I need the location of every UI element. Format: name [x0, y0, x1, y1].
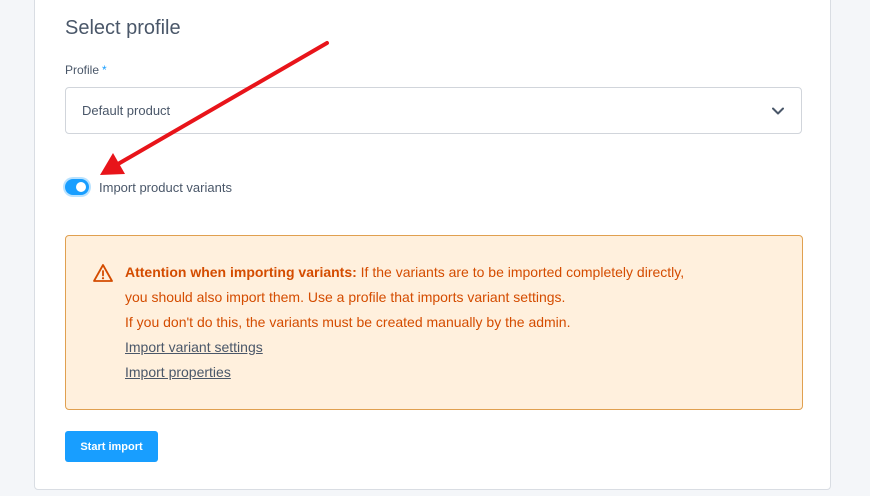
profile-label: Profile *: [65, 63, 107, 77]
import-variant-settings-link[interactable]: Import variant settings: [125, 335, 785, 360]
alert-line-3: If you don't do this, the variants must …: [125, 314, 571, 330]
page-title: Select profile: [65, 17, 181, 39]
required-mark: *: [102, 63, 107, 77]
alert-line-1-text: If the variants are to be imported compl…: [356, 264, 685, 280]
alert-message: Attention when importing variants: If th…: [125, 260, 785, 385]
alert-line-1: Attention when importing variants: If th…: [125, 260, 785, 285]
chevron-down-icon: [771, 104, 785, 118]
import-variants-toggle[interactable]: [65, 179, 89, 195]
start-import-button[interactable]: Start import: [65, 431, 158, 462]
alert-heading: Attention when importing variants:: [125, 264, 357, 280]
toggle-knob: [76, 182, 86, 192]
alert-line-2: you should also import them. Use a profi…: [125, 289, 566, 305]
profile-label-text: Profile: [65, 63, 100, 77]
warning-triangle-icon: [93, 263, 113, 283]
profile-select[interactable]: Default product: [65, 87, 802, 134]
variants-toggle-row: Import product variants: [65, 179, 232, 195]
variants-warning-alert: Attention when importing variants: If th…: [65, 235, 803, 410]
import-properties-link[interactable]: Import properties: [125, 360, 785, 385]
import-variants-label[interactable]: Import product variants: [99, 180, 232, 195]
profile-select-value: Default product: [82, 103, 171, 118]
import-card: Select profile Profile * Default product …: [34, 0, 831, 490]
